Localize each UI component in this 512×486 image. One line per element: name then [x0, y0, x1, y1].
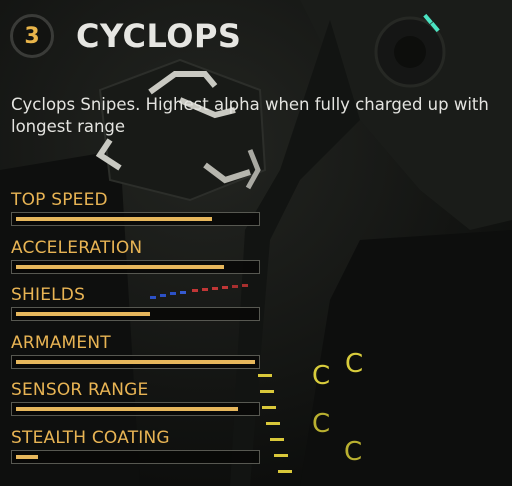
svg-text:C: C: [344, 437, 362, 467]
stat-bar: [11, 259, 260, 274]
stat-sensor-range: SENSOR RANGE: [11, 380, 261, 428]
stat-bar: [11, 402, 260, 416]
svg-text:C: C: [345, 349, 363, 379]
ship-stats-list: TOP SPEED ACCELERATION SHIELDS ARMAMENT …: [11, 190, 261, 475]
stat-label: SHIELDS: [11, 285, 86, 305]
ship-number-badge: 3: [10, 14, 54, 58]
ship-number: 3: [24, 23, 40, 49]
stat-label: SENSOR RANGE: [11, 380, 149, 400]
stat-shields: SHIELDS: [11, 285, 261, 333]
stat-bar: [11, 354, 260, 369]
stat-acceleration: ACCELERATION: [11, 238, 261, 286]
stat-bar: [11, 449, 260, 464]
stat-label: ARMAMENT: [11, 332, 111, 353]
svg-text:C: C: [312, 361, 330, 391]
stat-bar-fill: [16, 312, 150, 316]
ship-description: Cyclops Snipes. Highest alpha when fully…: [11, 95, 489, 136]
stat-bar-fill: [16, 264, 224, 269]
stat-bar-fill: [16, 407, 238, 411]
stat-bar: [11, 307, 260, 321]
stat-bar: [11, 212, 260, 226]
stat-label: ACCELERATION: [11, 237, 143, 258]
svg-text:C: C: [312, 409, 330, 439]
ship-name-title: CYCLOPS: [76, 17, 242, 55]
ship-header: 3 CYCLOPS: [10, 11, 241, 61]
stat-bar-fill: [16, 454, 38, 459]
stat-stealth-coating: STEALTH COATING: [11, 428, 261, 476]
stat-label: TOP SPEED: [11, 190, 108, 210]
stat-label: STEALTH COATING: [11, 427, 170, 448]
stat-top-speed: TOP SPEED: [11, 190, 261, 238]
stat-bar-fill: [16, 359, 255, 364]
stat-armament: ARMAMENT: [11, 333, 261, 381]
stat-bar-fill: [16, 217, 212, 221]
